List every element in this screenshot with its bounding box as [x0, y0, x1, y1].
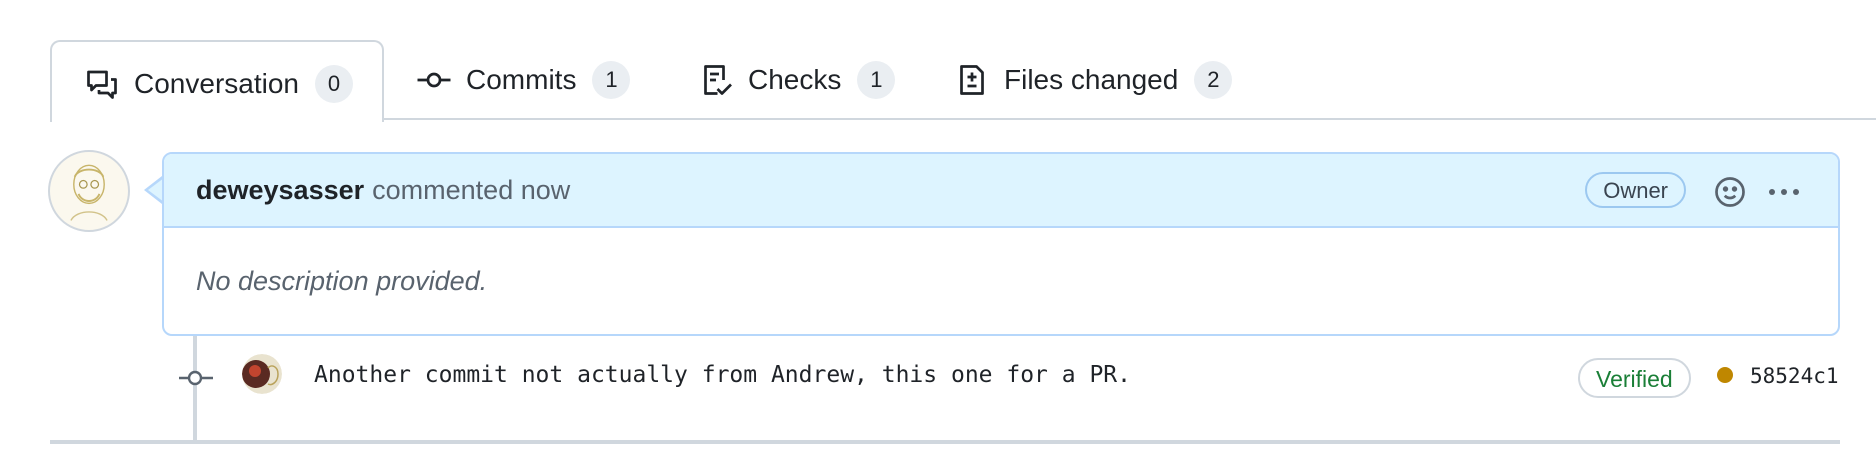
- file-diff-icon: [954, 62, 990, 98]
- tab-commits[interactable]: Commits 1: [416, 40, 631, 120]
- timeline-divider: [50, 440, 1840, 444]
- avatar[interactable]: [48, 150, 130, 232]
- commit-sha-link[interactable]: 58524c1: [1750, 364, 1839, 388]
- add-reaction-icon[interactable]: [1712, 174, 1748, 210]
- owner-badge: Owner: [1585, 172, 1686, 208]
- tab-counter: 2: [1194, 61, 1233, 99]
- comment-header: deweysasser commented now Owner: [164, 154, 1838, 228]
- commit-message[interactable]: Another commit not actually from Andrew,…: [314, 362, 1131, 388]
- comment-body: No description provided.: [196, 265, 488, 296]
- verified-badge[interactable]: Verified: [1578, 358, 1691, 398]
- checklist-icon: [698, 62, 734, 98]
- tab-label: Checks: [748, 64, 842, 95]
- comment-timestamp[interactable]: commented now: [372, 175, 570, 206]
- tab-counter: 1: [592, 61, 631, 99]
- tab-label: Commits: [466, 64, 577, 95]
- tab-label: Files changed: [1004, 64, 1179, 95]
- commit-avatar-image: [242, 354, 282, 394]
- kebab-menu-icon[interactable]: [1766, 176, 1802, 208]
- tab-counter: 1: [857, 61, 896, 99]
- tab-counter: 0: [314, 65, 353, 103]
- comment-author[interactable]: deweysasser: [196, 175, 364, 206]
- commit-author-avatar[interactable]: [242, 354, 282, 394]
- tab-checks[interactable]: Checks 1: [698, 40, 896, 120]
- commit-status-pending-icon[interactable]: [1717, 367, 1733, 383]
- git-commit-icon: [177, 360, 213, 396]
- comment-box: deweysasser commented now Owner No descr…: [162, 152, 1840, 336]
- pr-tab-bar: Conversation 0 Commits 1 Checks 1 Files …: [0, 0, 1876, 122]
- tab-label: Conversation: [134, 68, 299, 99]
- tab-conversation[interactable]: Conversation 0: [50, 40, 384, 122]
- tab-files-changed[interactable]: Files changed 2: [954, 40, 1233, 120]
- git-commit-icon: [416, 62, 452, 98]
- avatar-sketch-image: [70, 164, 108, 221]
- comment-discussion-icon: [84, 66, 120, 102]
